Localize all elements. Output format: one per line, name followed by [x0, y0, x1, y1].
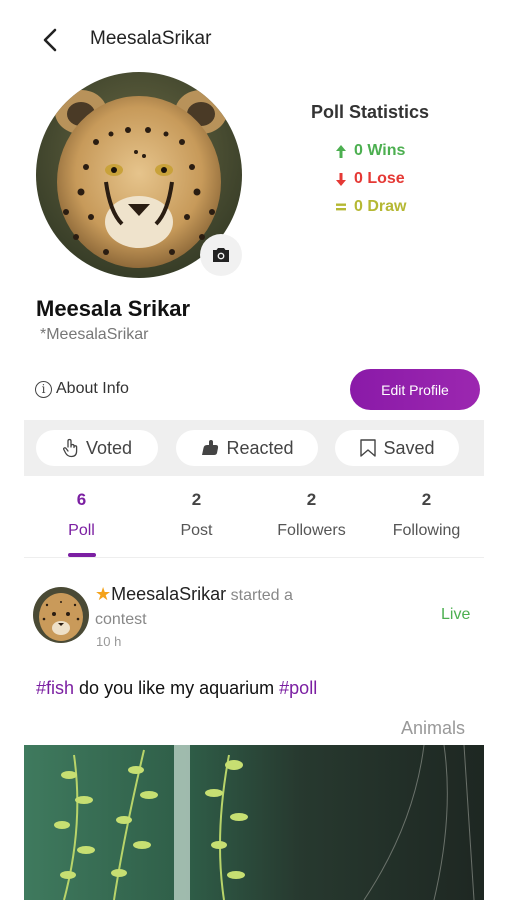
tab-following-count: 2 [421, 490, 432, 509]
post-category: Animals [401, 718, 466, 738]
live-badge: Live [441, 606, 471, 623]
back-arrow-icon [43, 28, 57, 52]
poll-statistics-title: Poll Statistics [310, 102, 430, 122]
equals-icon [334, 202, 348, 212]
tab-following-label: Following [392, 522, 461, 539]
edit-profile-button[interactable]: Edit Profile [350, 369, 480, 410]
tab-followers[interactable]: 2 Followers [254, 486, 369, 540]
poll-statistics: Poll Statistics 0 Wins 0 Lose 0 Draw [290, 102, 450, 221]
arrow-up-icon [334, 144, 348, 159]
arrow-down-icon [334, 172, 348, 187]
about-info-link[interactable]: i About Info [35, 380, 129, 398]
post-header: ★MeesalaSrikar started a contest [95, 582, 335, 632]
post-timestamp: 10 h [96, 634, 122, 649]
tab-poll-count: 6 [76, 490, 87, 509]
tab-followers-label: Followers [277, 522, 346, 539]
tab-followers-count: 2 [306, 490, 317, 509]
profile-avatar-container [36, 72, 242, 278]
camera-icon [213, 248, 229, 262]
post-author-avatar[interactable] [33, 587, 89, 643]
page-title: MeesalaSrikar [90, 28, 212, 49]
tab-following[interactable]: 2 Following [369, 486, 484, 540]
hashtag-link[interactable]: #poll [279, 678, 317, 698]
hand-pointer-icon [62, 438, 78, 458]
reacted-filter[interactable]: Reacted [176, 430, 318, 466]
tab-post-label: Post [180, 522, 213, 539]
bookmark-icon [360, 439, 377, 457]
wins-label: 0 Wins [354, 142, 406, 159]
wins-stat: 0 Wins [334, 137, 450, 165]
change-photo-button[interactable] [200, 234, 242, 276]
reacted-label: Reacted [226, 437, 294, 458]
tab-post[interactable]: 2 Post [139, 486, 254, 540]
post-author-name[interactable]: MeesalaSrikar [111, 584, 226, 604]
profile-name: Meesala Srikar [36, 296, 191, 321]
voted-label: Voted [85, 437, 133, 458]
hashtag-link[interactable]: #fish [36, 678, 74, 698]
header: MeesalaSrikar [0, 0, 507, 78]
draw-label: 0 Draw [354, 198, 407, 215]
post-caption: #fish do you like my aquarium #poll [36, 678, 317, 699]
profile-handle: *MeesalaSrikar [40, 326, 149, 343]
tab-post-count: 2 [191, 490, 202, 509]
post-caption-text: do you like my aquarium [79, 678, 275, 698]
saved-label: Saved [383, 437, 435, 458]
info-icon: i [35, 380, 52, 398]
tab-poll-label: Poll [68, 522, 95, 539]
lose-label: 0 Lose [354, 170, 405, 187]
reaction-icon [202, 440, 219, 455]
star-icon: ★ [95, 584, 112, 604]
filter-bar: Voted Reacted Saved [24, 420, 484, 476]
draw-stat: 0 Draw [334, 193, 450, 221]
voted-filter[interactable]: Voted [36, 430, 158, 466]
profile-tabs: 6 Poll 2 Post 2 Followers 2 Following [24, 486, 484, 558]
back-button[interactable] [36, 24, 64, 56]
lose-stat: 0 Lose [334, 165, 450, 193]
saved-filter[interactable]: Saved [335, 430, 459, 466]
about-info-label: About Info [56, 380, 129, 397]
active-tab-indicator [68, 553, 96, 557]
post-image[interactable] [24, 745, 484, 900]
tab-poll[interactable]: 6 Poll [24, 486, 139, 540]
